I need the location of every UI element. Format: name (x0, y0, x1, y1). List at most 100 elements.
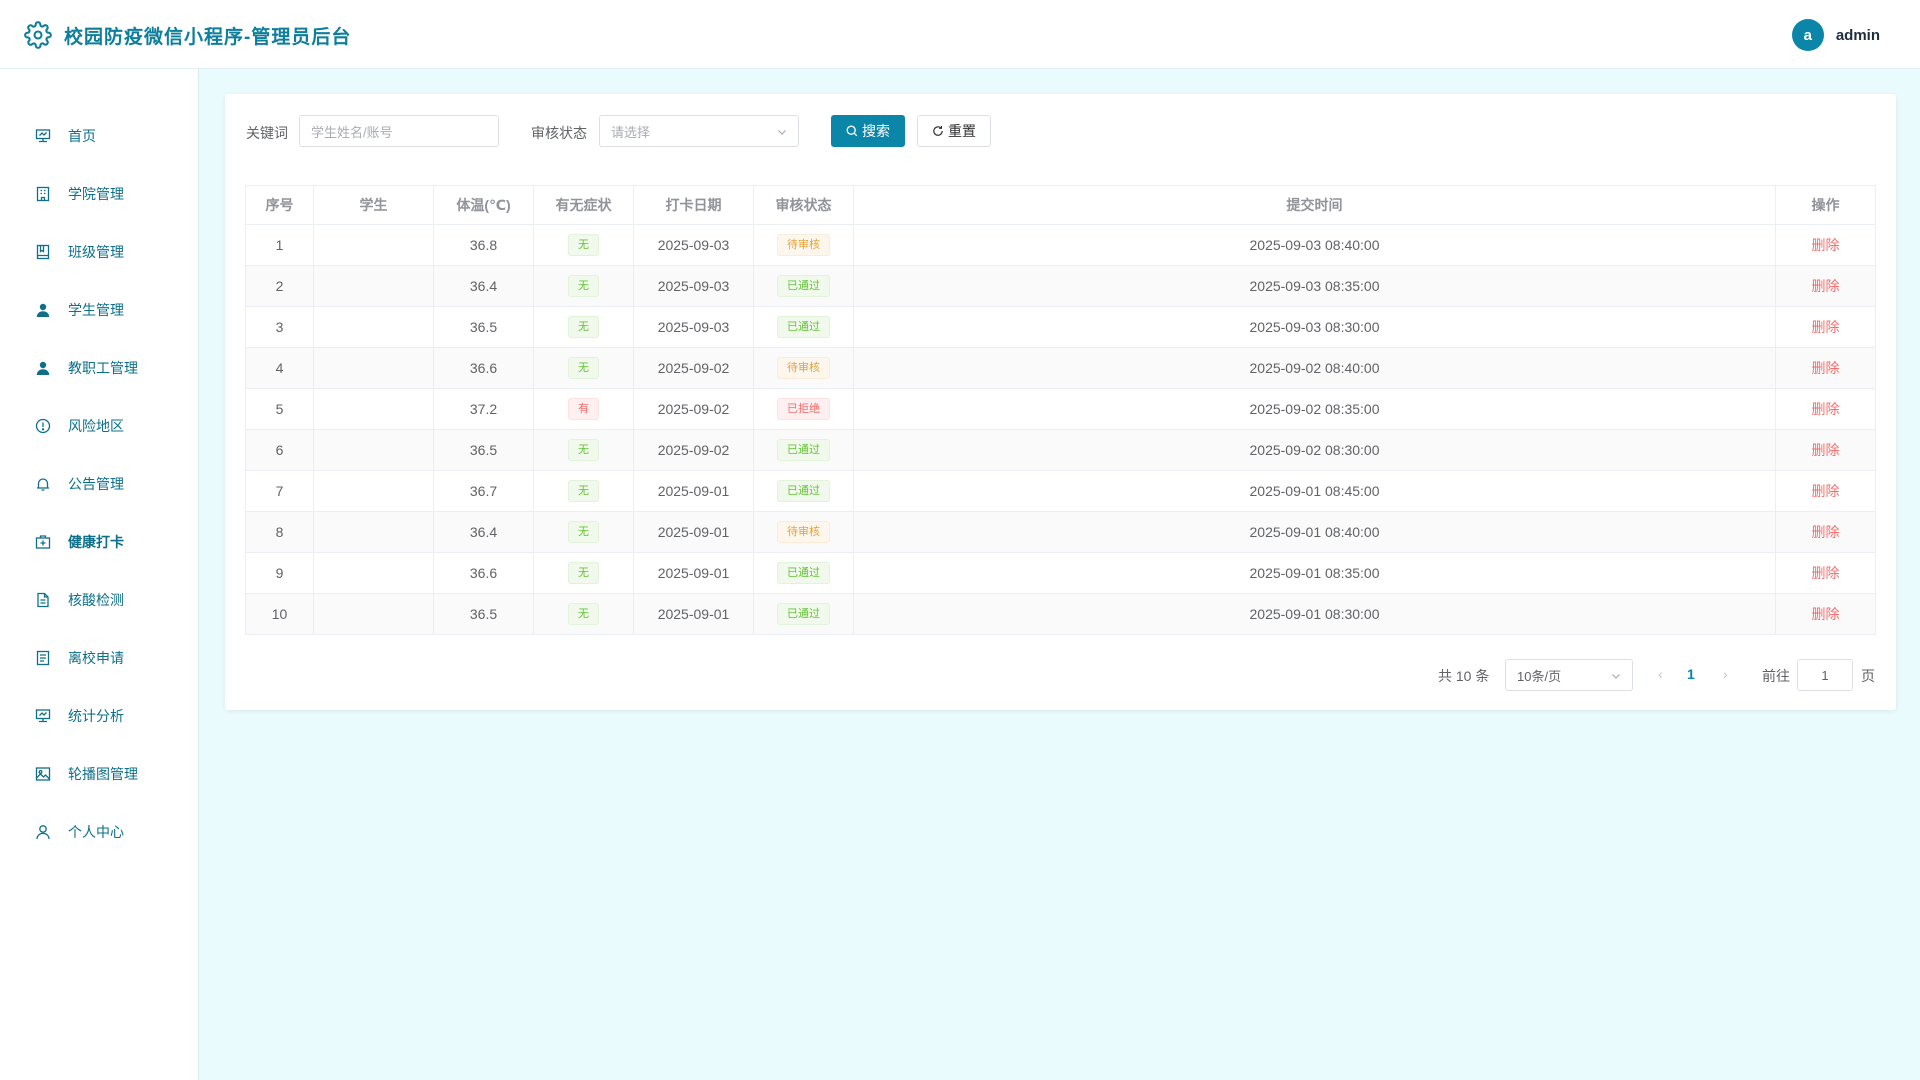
keyword-input[interactable]: 学生姓名/账号 (299, 115, 499, 147)
cell-temperature: 36.4 (433, 511, 534, 553)
cell-submitted: 2025-09-01 08:40:00 (853, 511, 1776, 553)
sidebar-item-announcements[interactable]: 公告管理 (0, 464, 199, 504)
sidebar-item-carousel[interactable]: 轮播图管理 (0, 754, 199, 794)
next-page-icon[interactable]: › (1723, 666, 1728, 682)
search-button[interactable]: 搜索 (831, 115, 905, 147)
gear-icon (24, 21, 52, 49)
sidebar-item-home[interactable]: 首页 (0, 116, 199, 156)
cell-status: 已通过 (753, 470, 854, 512)
bell-icon (34, 475, 52, 493)
cell-action: 删除 (1775, 429, 1876, 471)
delete-button[interactable]: 删除 (1812, 278, 1840, 294)
delete-button[interactable]: 删除 (1812, 442, 1840, 458)
cell-symptom: 无 (533, 429, 634, 471)
cell-temperature: 36.6 (433, 347, 534, 389)
table-row: 2 36.4 无 2025-09-03 已通过 2025-09-03 08:35:00 删除 (245, 265, 1876, 307)
prev-page-icon[interactable]: ‹ (1658, 666, 1663, 682)
sidebar-item-risk-areas[interactable]: 风险地区 (0, 406, 199, 446)
cell-action: 删除 (1775, 224, 1876, 266)
page-number[interactable]: 1 (1687, 666, 1695, 682)
cell-submitted: 2025-09-02 08:40:00 (853, 347, 1776, 389)
delete-button[interactable]: 删除 (1812, 606, 1840, 622)
status-badge: 已拒绝 (777, 398, 830, 420)
cell-student (313, 306, 434, 348)
sidebar-item-label: 核酸检测 (68, 592, 124, 608)
cell-date: 2025-09-01 (633, 511, 754, 553)
page-size-select[interactable]: 10条/页 (1505, 659, 1633, 691)
document-icon (34, 591, 52, 609)
symptom-tag: 无 (568, 357, 599, 379)
sidebar-item-health-checkin[interactable]: 健康打卡 (0, 522, 199, 562)
status-badge: 待审核 (777, 357, 830, 379)
delete-button[interactable]: 删除 (1812, 237, 1840, 253)
table-row: 10 36.5 无 2025-09-01 已通过 2025-09-01 08:30:00 删… (245, 593, 1876, 635)
user-icon (34, 301, 52, 319)
cell-status: 待审核 (753, 347, 854, 389)
username[interactable]: admin (1836, 27, 1880, 44)
keyword-label: 关键词 (246, 125, 288, 141)
sidebar-item-students[interactable]: 学生管理 (0, 290, 199, 330)
reset-button[interactable]: 重置 (917, 115, 991, 147)
search-icon (846, 125, 858, 137)
status-badge: 已通过 (777, 275, 830, 297)
sidebar-item-leave-application[interactable]: 离校申请 (0, 638, 199, 678)
cell-index: 2 (245, 265, 314, 307)
pagination: 共 10 条 10条/页 ‹ 1 › 前往 1 页 (225, 657, 1896, 693)
sidebar-item-colleges[interactable]: 学院管理 (0, 174, 199, 214)
delete-button[interactable]: 删除 (1812, 483, 1840, 499)
delete-button[interactable]: 删除 (1812, 360, 1840, 376)
user-menu[interactable]: a admin (1791, 19, 1880, 51)
total-count: 共 10 条 (1438, 668, 1490, 684)
column-header: 审核状态 (753, 185, 854, 225)
cell-action: 删除 (1775, 593, 1876, 635)
status-select[interactable]: 请选择 (599, 115, 799, 147)
refresh-icon (933, 126, 943, 136)
avatar[interactable]: a (1791, 19, 1824, 51)
sidebar-item-label: 健康打卡 (68, 534, 124, 550)
cell-index: 7 (245, 470, 314, 512)
sidebar-item-statistics[interactable]: 统计分析 (0, 696, 199, 736)
cell-student (313, 552, 434, 594)
app-title: 校园防疫微信小程序-管理员后台 (64, 27, 352, 48)
sidebar: 首页 学院管理 班级管理 学生管理 教职工管理 风险地区 公告管理 健康打卡 核… (0, 69, 199, 1080)
sidebar-item-nucleic-test[interactable]: 核酸检测 (0, 580, 199, 620)
cell-index: 10 (245, 593, 314, 635)
cell-action: 删除 (1775, 306, 1876, 348)
cell-symptom: 无 (533, 347, 634, 389)
status-badge: 已通过 (777, 316, 830, 338)
sidebar-item-classes[interactable]: 班级管理 (0, 232, 199, 272)
symptom-tag: 无 (568, 439, 599, 461)
sidebar-item-label: 学生管理 (68, 302, 124, 318)
cell-student (313, 470, 434, 512)
column-header: 体温(℃) (433, 185, 534, 225)
cell-symptom: 无 (533, 470, 634, 512)
goto-page-input[interactable]: 1 (1797, 659, 1853, 691)
cell-status: 已通过 (753, 429, 854, 471)
status-badge: 待审核 (777, 521, 830, 543)
cell-symptom: 无 (533, 265, 634, 307)
delete-button[interactable]: 删除 (1812, 401, 1840, 417)
cell-action: 删除 (1775, 388, 1876, 430)
delete-button[interactable]: 删除 (1812, 524, 1840, 540)
status-badge: 待审核 (777, 234, 830, 256)
column-header: 学生 (313, 185, 434, 225)
cell-action: 删除 (1775, 347, 1876, 389)
top-header: 校园防疫微信小程序-管理员后台 a admin (0, 0, 1920, 69)
cell-student (313, 224, 434, 266)
delete-button[interactable]: 删除 (1812, 565, 1840, 581)
cell-date: 2025-09-03 (633, 265, 754, 307)
search-button-label: 搜索 (862, 123, 890, 139)
cell-status: 已通过 (753, 265, 854, 307)
cell-date: 2025-09-03 (633, 224, 754, 266)
image-icon (34, 765, 52, 783)
sidebar-item-staff[interactable]: 教职工管理 (0, 348, 199, 388)
sidebar-item-profile[interactable]: 个人中心 (0, 812, 199, 852)
sidebar-item-label: 离校申请 (68, 650, 124, 666)
user-outline-icon (34, 823, 52, 841)
delete-button[interactable]: 删除 (1812, 319, 1840, 335)
cell-index: 8 (245, 511, 314, 553)
symptom-tag: 无 (568, 316, 599, 338)
cell-date: 2025-09-02 (633, 429, 754, 471)
symptom-tag: 无 (568, 234, 599, 256)
symptom-tag: 无 (568, 603, 599, 625)
